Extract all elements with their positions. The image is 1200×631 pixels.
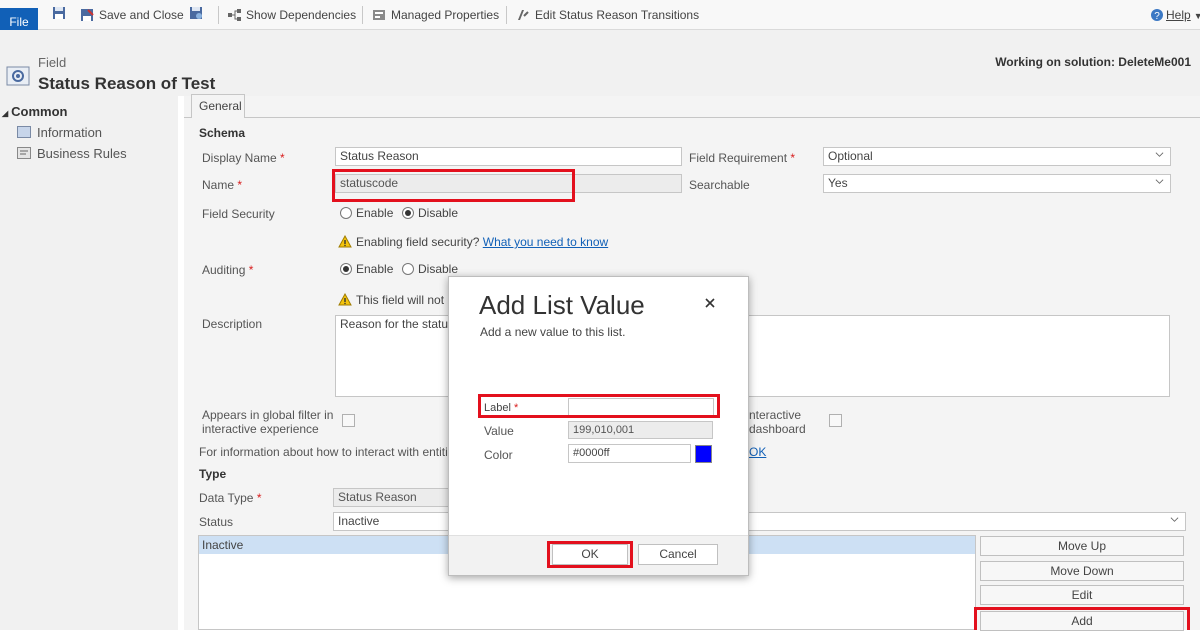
security-warning: Enabling field security? What you need t…	[338, 235, 608, 249]
nav-section-common[interactable]: ◢ Common	[2, 104, 68, 119]
field-requirement-value: Optional	[828, 149, 873, 163]
description-label: Description	[202, 317, 263, 331]
move-up-button[interactable]: Move Up	[980, 536, 1184, 556]
dialog-value-input[interactable]: 199,010,001	[568, 421, 713, 439]
nav-item-business-rules[interactable]: Business Rules	[37, 146, 127, 161]
close-icon[interactable]	[703, 296, 717, 310]
display-name-input[interactable]: Status Reason	[335, 147, 682, 166]
status-value: Inactive	[338, 514, 380, 528]
ribbon-separator	[506, 6, 507, 24]
managed-properties-label: Managed Properties	[391, 8, 500, 22]
searchable-value: Yes	[828, 176, 848, 190]
add-highlight-box	[974, 607, 1190, 630]
managed-properties-button[interactable]: Managed Properties	[372, 6, 499, 24]
dialog-color-input[interactable]: #0000ff	[568, 444, 691, 463]
display-name-label: Display Name *	[202, 151, 285, 165]
ok-highlight-box	[547, 541, 633, 568]
disable-label: Disable	[418, 262, 459, 276]
save-and-close-label: Save and Close	[99, 8, 184, 22]
searchable-label: Searchable	[689, 178, 750, 192]
help-label: Help	[1166, 8, 1191, 22]
field-requirement-select[interactable]: Optional	[823, 147, 1171, 166]
security-warning-text: Enabling field security?	[356, 235, 480, 249]
save-close-icon	[80, 8, 94, 22]
audit-warning: This field will not be	[338, 293, 461, 307]
information-icon	[17, 126, 31, 141]
left-navigation	[0, 96, 178, 630]
chevron-down-icon	[1170, 517, 1179, 522]
auditing-disable-radio[interactable]: Disable	[402, 262, 458, 276]
collapse-arrow-icon: ◢	[2, 109, 9, 118]
help-button[interactable]: ? Help ▼	[1150, 6, 1200, 24]
show-dependencies-label: Show Dependencies	[246, 8, 357, 22]
field-security-label: Field Security	[202, 207, 275, 221]
color-swatch[interactable]	[695, 445, 712, 463]
dialog-color-label: Color	[484, 448, 513, 462]
entity-type-label: Field	[38, 55, 67, 70]
help-icon: ?	[1150, 8, 1164, 22]
dashboard-checkbox[interactable]	[829, 414, 842, 427]
edit-status-transitions-button[interactable]: Edit Status Reason Transitions	[516, 6, 699, 24]
data-type-input[interactable]: Status Reason	[333, 488, 453, 507]
entity-info-link[interactable]: OK	[749, 445, 766, 459]
cancel-button[interactable]: Cancel	[638, 544, 718, 565]
ribbon-separator	[362, 6, 363, 24]
ribbon-separator	[218, 6, 219, 24]
name-highlight-box	[332, 169, 575, 202]
show-dependencies-button[interactable]: Show Dependencies	[227, 6, 356, 24]
schema-section-title: Schema	[199, 126, 246, 140]
edit-button[interactable]: Edit	[980, 585, 1184, 605]
save-and-close-button[interactable]: Save and Close	[80, 6, 184, 24]
enable-label: Enable	[356, 262, 394, 276]
global-filter-label: Appears in global filter in interactive e…	[202, 408, 334, 436]
chevron-down-icon	[1155, 179, 1164, 184]
disable-label: Disable	[418, 206, 459, 220]
chevron-down-icon	[1155, 152, 1164, 157]
auditing-label: Auditing *	[202, 263, 254, 277]
field-security-disable-radio[interactable]: Disable	[402, 206, 458, 220]
save-as-icon[interactable]	[189, 6, 203, 23]
radio-selected-icon	[340, 263, 352, 275]
field-entity-icon	[6, 64, 30, 91]
name-label: Name *	[202, 178, 243, 192]
page-title: Status Reason of Test	[38, 74, 216, 93]
radio-selected-icon	[402, 207, 414, 219]
type-section-title: Type	[199, 467, 227, 481]
audit-warning-text: This field will not be	[356, 293, 461, 307]
field-security-enable-radio[interactable]: Enable	[340, 206, 393, 220]
warning-icon	[338, 235, 352, 248]
radio-icon	[340, 207, 352, 219]
tab-general[interactable]: General	[191, 94, 245, 118]
dependencies-icon	[227, 8, 241, 22]
save-icon[interactable]	[52, 6, 66, 23]
edit-status-transitions-label: Edit Status Reason Transitions	[535, 8, 700, 22]
nav-item-information[interactable]: Information	[37, 125, 102, 140]
dialog-subtitle: Add a new value to this list.	[480, 325, 626, 339]
security-info-link[interactable]: What you need to know	[483, 235, 608, 249]
entity-info-text: For information about how to interact wi…	[199, 445, 471, 459]
global-filter-checkbox[interactable]	[342, 414, 355, 427]
auditing-enable-radio[interactable]: Enable	[340, 262, 393, 276]
solution-indicator: Working on solution: DeleteMe001	[995, 55, 1191, 69]
searchable-select[interactable]: Yes	[823, 174, 1171, 193]
dialog-title: Add List Value	[479, 290, 645, 320]
dashboard-label: nteractive dashboard	[749, 408, 806, 436]
radio-icon	[402, 263, 414, 275]
transitions-icon	[516, 8, 530, 22]
status-label: Status	[199, 515, 234, 529]
svg-text:?: ?	[1154, 11, 1160, 22]
data-type-label: Data Type *	[199, 491, 262, 505]
field-requirement-label: Field Requirement *	[689, 151, 796, 165]
warning-icon	[338, 293, 352, 306]
label-highlight-box	[478, 394, 720, 418]
managed-properties-icon	[372, 8, 386, 22]
enable-label: Enable	[356, 206, 394, 220]
tab-divider	[184, 117, 1200, 118]
help-chevron-icon: ▼	[1193, 11, 1200, 21]
dialog-value-label: Value	[484, 424, 514, 438]
nav-section-label: Common	[11, 104, 68, 119]
move-down-button[interactable]: Move Down	[980, 561, 1184, 581]
business-rules-icon	[17, 147, 31, 162]
